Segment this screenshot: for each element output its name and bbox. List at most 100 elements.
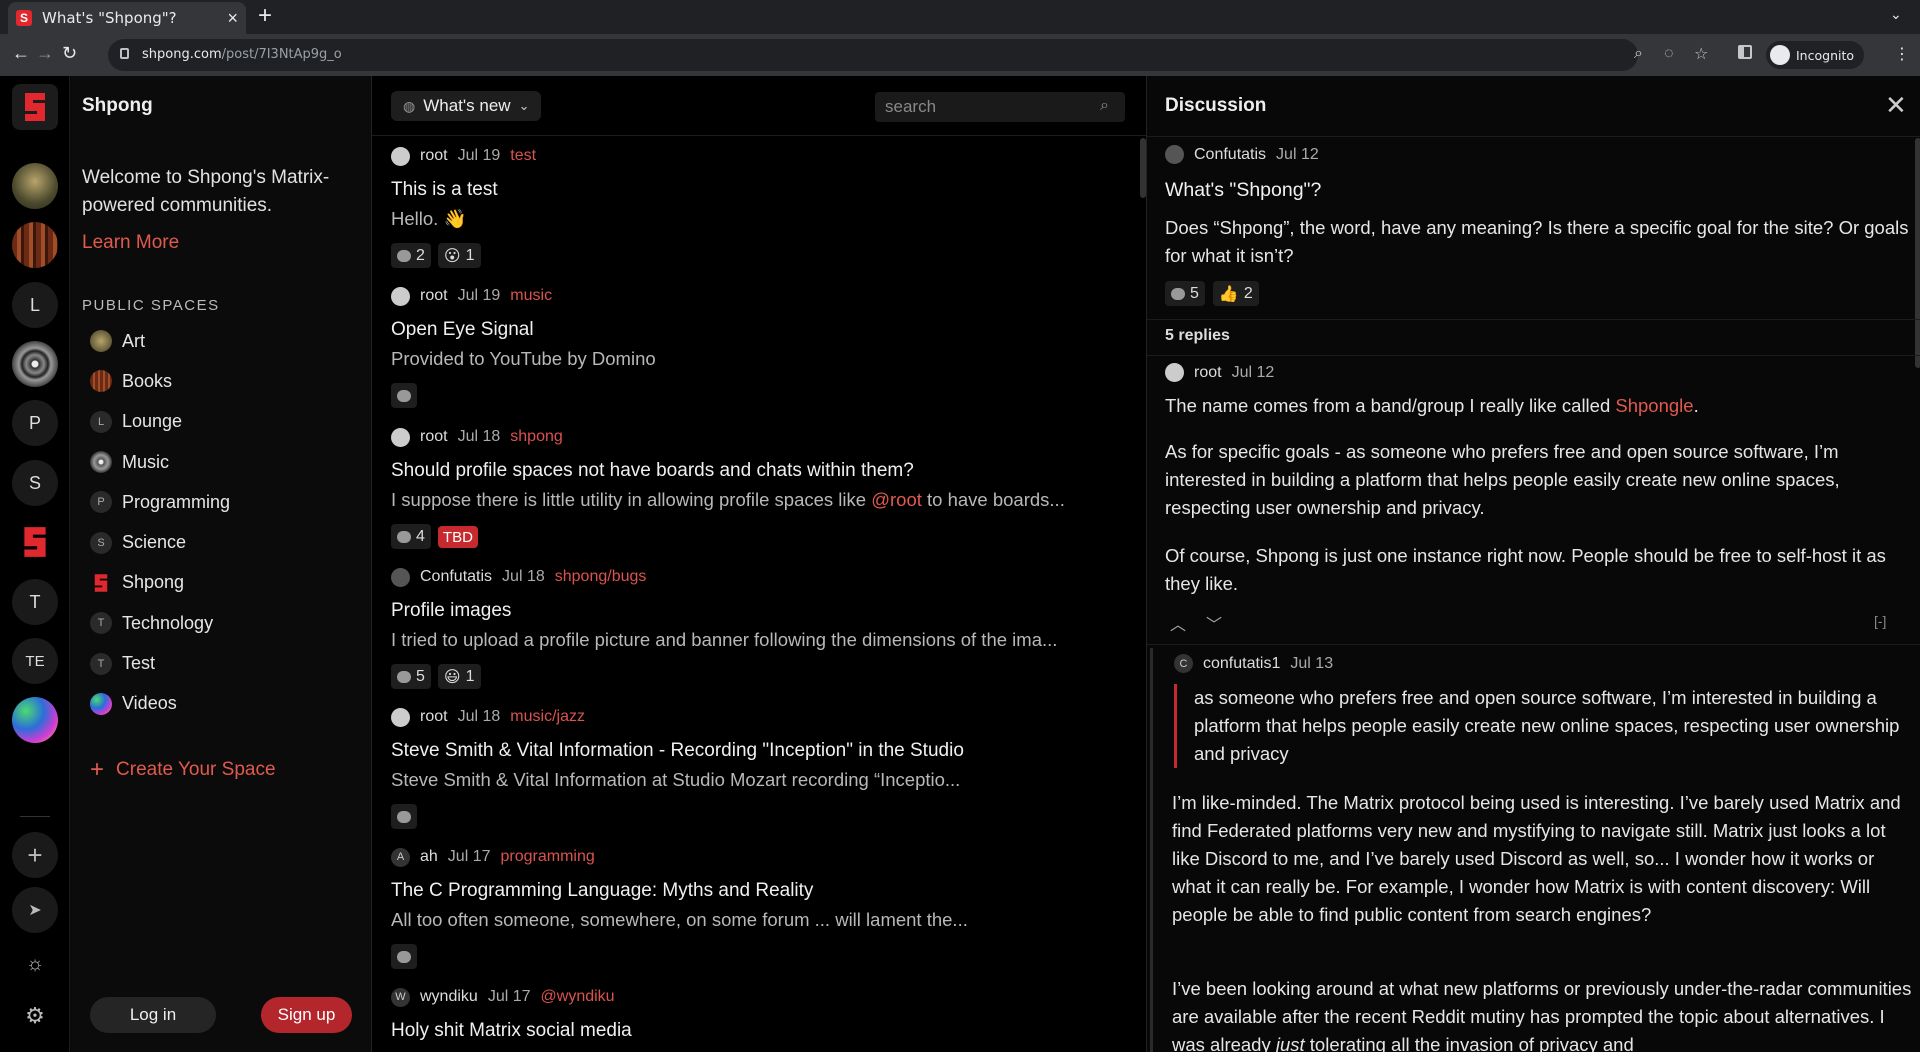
incognito-profile-button[interactable]: Incognito: [1766, 41, 1865, 69]
post-channel-link[interactable]: shpong: [510, 428, 563, 446]
url-text[interactable]: shpong.com/post/7I3NtAp9g_o: [142, 47, 342, 62]
replies-count: 5 replies: [1165, 327, 1230, 344]
create-space-button[interactable]: + Create Your Space: [90, 756, 276, 784]
tag-badge[interactable]: TBD: [437, 526, 478, 548]
signup-button[interactable]: Sign up: [261, 997, 352, 1033]
post-author[interactable]: ah: [420, 848, 438, 866]
shpong-space-logo-icon[interactable]: [12, 519, 58, 565]
rail-space-science[interactable]: S: [12, 460, 58, 506]
op-author[interactable]: Confutatis: [1194, 146, 1266, 164]
comment-badge[interactable]: [391, 804, 417, 829]
reaction-badge[interactable]: 👍 2: [1212, 281, 1259, 306]
space-item-lounge[interactable]: L Lounge: [90, 402, 360, 442]
music-space-vinyl-icon[interactable]: [12, 341, 58, 387]
post-title[interactable]: Profile images: [391, 600, 1126, 622]
post-author[interactable]: root: [420, 708, 448, 726]
tab-close-icon[interactable]: ×: [227, 8, 238, 29]
theme-sun-icon[interactable]: ☼: [12, 941, 58, 987]
browser-tab[interactable]: S What's "Shpong"? ×: [8, 2, 246, 34]
post-channel-link[interactable]: programming: [501, 848, 595, 866]
post-channel-link[interactable]: test: [510, 147, 536, 165]
rail-space-technology[interactable]: T: [12, 579, 58, 625]
space-item-technology[interactable]: T Technology: [90, 603, 360, 643]
feed-filter-dropdown[interactable]: ◍ What's new ⌄: [391, 91, 542, 121]
post-channel-link[interactable]: music/jazz: [510, 708, 585, 726]
user-mention-link[interactable]: @root: [871, 489, 922, 510]
reply-author[interactable]: root: [1194, 364, 1222, 382]
post-title[interactable]: Open Eye Signal: [391, 319, 1126, 341]
learn-more-link[interactable]: Learn More: [82, 232, 179, 254]
search-icon[interactable]: ⌕: [1100, 97, 1109, 115]
reaction-badge[interactable]: 😃 1: [437, 664, 481, 689]
browser-menu-icon[interactable]: ⋮: [1894, 44, 1910, 64]
downvote-chevron-icon[interactable]: ﹀: [1206, 611, 1222, 635]
space-item-art[interactable]: Art: [90, 321, 360, 361]
comment-badge[interactable]: [391, 944, 417, 969]
post-channel-link[interactable]: @wyndiku: [541, 988, 615, 1006]
feed-post[interactable]: root Jul 19 test This is a test Hello. 👋 2…: [391, 146, 1126, 268]
post-author[interactable]: Confutatis: [420, 568, 492, 586]
post-title[interactable]: The C Programming Language: Myths and Re…: [391, 880, 1126, 902]
thread-indent-line[interactable]: [1150, 648, 1153, 1052]
search-input[interactable]: [875, 92, 1125, 122]
side-panel-icon[interactable]: [1738, 45, 1752, 59]
post-title[interactable]: This is a test: [391, 179, 1126, 201]
reply-author[interactable]: confutatis1: [1203, 655, 1280, 673]
new-tab-button[interactable]: +: [258, 2, 272, 30]
upvote-chevron-icon[interactable]: ︿: [1170, 611, 1186, 635]
feed-post[interactable]: Aah Jul 17 programming The C Programming L…: [391, 847, 1126, 969]
books-space-avatar-icon[interactable]: [12, 222, 58, 268]
post-author[interactable]: wyndiku: [420, 988, 478, 1006]
feed-post[interactable]: root Jul 19 music Open Eye Signal Provided…: [391, 286, 1126, 408]
reload-icon[interactable]: ↻: [62, 43, 77, 64]
tab-search-chevron-icon[interactable]: ⌄: [1890, 6, 1902, 23]
login-button[interactable]: Log in: [90, 997, 216, 1033]
comment-count-badge[interactable]: 5: [1165, 281, 1205, 306]
space-item-videos[interactable]: Videos: [90, 684, 360, 724]
rail-space-test[interactable]: TE: [12, 638, 58, 684]
space-item-music[interactable]: Music: [90, 442, 360, 482]
post-title[interactable]: Steve Smith & Vital Information - Record…: [391, 740, 1126, 762]
collapse-thread-button[interactable]: [-]: [1874, 613, 1886, 629]
feed-post[interactable]: Confutatis Jul 18 shpong/bugs Profile imag…: [391, 567, 1126, 689]
comment-count-badge[interactable]: 5: [391, 664, 431, 689]
reaction-badge[interactable]: 😮 1: [437, 243, 481, 268]
rail-space-lounge[interactable]: L: [12, 282, 58, 328]
feed-post[interactable]: root Jul 18 music/jazz Steve Smith & Vital…: [391, 707, 1126, 829]
post-channel-link[interactable]: shpong/bugs: [555, 568, 647, 586]
shpong-home-icon[interactable]: [12, 84, 58, 130]
back-arrow-icon[interactable]: ←: [12, 43, 30, 64]
feed-post[interactable]: root Jul 18 shpong Should profile spaces n…: [391, 427, 1126, 549]
shpongle-link[interactable]: Shpongle: [1615, 395, 1693, 416]
videos-space-avatar-icon[interactable]: [12, 697, 58, 743]
rail-space-programming[interactable]: P: [12, 400, 58, 446]
forward-arrow-icon[interactable]: →: [36, 43, 54, 64]
bookmark-star-icon[interactable]: ☆: [1694, 44, 1708, 64]
space-item-shpong[interactable]: Shpong: [90, 563, 360, 603]
explore-compass-icon[interactable]: ➤: [12, 887, 58, 933]
space-item-programming[interactable]: P Programming: [90, 482, 360, 522]
settings-gear-icon[interactable]: ⚙: [12, 993, 58, 1039]
space-item-books[interactable]: Books: [90, 361, 360, 401]
post-author[interactable]: root: [420, 428, 448, 446]
zoom-icon[interactable]: ⌕: [1634, 45, 1643, 63]
comment-badge[interactable]: [391, 383, 417, 408]
tracking-eye-off-icon[interactable]: ◌: [1664, 45, 1674, 63]
author-avatar: [1165, 363, 1184, 382]
post-author[interactable]: root: [420, 287, 448, 305]
address-bar[interactable]: shpong.com/post/7I3NtAp9g_o ⌕ ◌ ☆: [108, 39, 1708, 71]
post-title[interactable]: Should profile spaces not have boards an…: [391, 460, 1126, 482]
post-author[interactable]: root: [420, 147, 448, 165]
art-space-avatar-icon[interactable]: [12, 163, 58, 209]
space-item-science[interactable]: S Science: [90, 522, 360, 562]
chevron-down-icon: ⌄: [518, 98, 530, 113]
close-icon[interactable]: ✕: [1885, 90, 1907, 121]
discussion-scrollbar[interactable]: [1915, 138, 1920, 368]
post-channel-link[interactable]: music: [510, 287, 552, 305]
post-title[interactable]: Holy shit Matrix social media: [391, 1020, 1126, 1042]
add-space-icon[interactable]: +: [12, 832, 58, 878]
comment-count-badge[interactable]: 2: [391, 243, 431, 268]
space-item-test[interactable]: T Test: [90, 643, 360, 683]
feed-post[interactable]: Wwyndiku Jul 17 @wyndiku Holy shit Matrix …: [391, 987, 1126, 1042]
comment-count-badge[interactable]: 4: [391, 524, 431, 549]
